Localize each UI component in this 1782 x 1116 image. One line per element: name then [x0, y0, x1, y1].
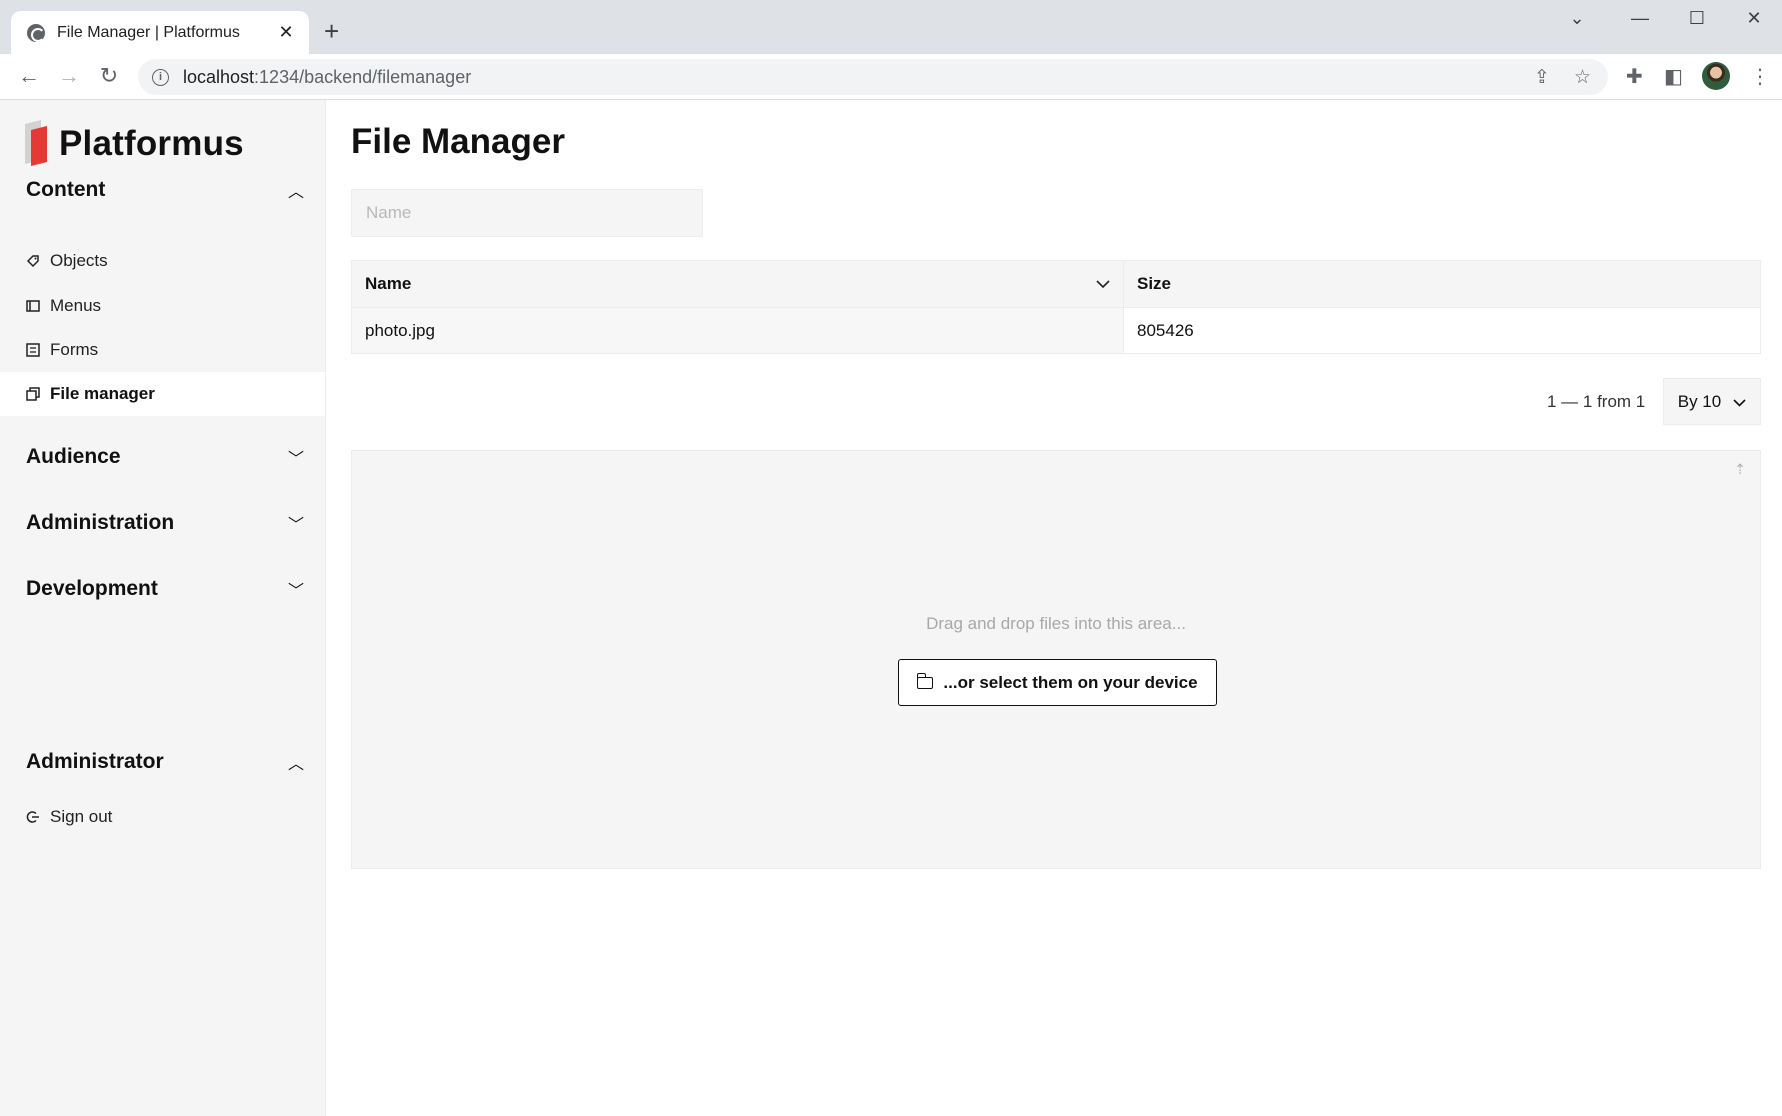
chevron-up-icon: ︿: [287, 184, 304, 201]
column-header-size[interactable]: Size: [1124, 261, 1760, 307]
browser-toolbar: ← → ↻ i localhost:1234/backend/filemanag…: [0, 54, 1782, 100]
share-icon[interactable]: ⇪: [1534, 66, 1550, 89]
page-size-value: By 10: [1677, 391, 1722, 411]
new-tab-button[interactable]: +: [324, 16, 339, 46]
maximize-button[interactable]: ☐: [1682, 8, 1712, 29]
page-size-select[interactable]: By 10: [1663, 378, 1761, 425]
reload-icon[interactable]: ↻: [94, 63, 124, 89]
site-info-icon[interactable]: i: [152, 68, 169, 86]
section-audience-title[interactable]: Audience ﹀: [26, 445, 306, 469]
forward-icon[interactable]: →: [54, 63, 84, 89]
pager-summary: 1 — 1 from 1: [1547, 392, 1646, 411]
browser-tabstrip: File Manager | Platformus ✕ + ⌄ — ☐ ✕: [0, 0, 1782, 54]
globe-icon: [27, 23, 45, 42]
section-title: Administrator: [26, 750, 164, 773]
form-icon: [26, 343, 40, 357]
tab-search-icon[interactable]: ⌄: [1562, 8, 1592, 29]
sign-out-icon: [26, 810, 40, 824]
sidebar-item-menus[interactable]: Menus: [0, 284, 325, 328]
folder-icon: [916, 672, 934, 689]
sidebar-item-sign-out[interactable]: Sign out: [0, 795, 325, 839]
logo[interactable]: Platformus: [25, 120, 244, 166]
files-table: Name Size photo.jpg 805426: [351, 260, 1761, 354]
url-path: :1234/backend/filemanager: [254, 66, 472, 87]
logo-mark-icon: [25, 120, 49, 166]
profile-avatar[interactable]: [1702, 62, 1730, 90]
section-title: Development: [26, 577, 158, 600]
sidebar-item-forms[interactable]: Forms: [0, 328, 325, 372]
select-files-button[interactable]: ...or select them on your device: [898, 659, 1217, 706]
section-administrator[interactable]: Administrator ︿: [26, 750, 306, 774]
chevron-down-icon: ﹀: [287, 583, 304, 600]
cell-size: 805426: [1124, 308, 1760, 353]
name-filter-input[interactable]: [351, 189, 703, 237]
sidebar-item-label: Sign out: [50, 807, 113, 826]
table-row[interactable]: photo.jpg 805426: [352, 307, 1760, 353]
sidebar: Platformus Content ︿ Objects Menus Forms: [0, 100, 326, 1116]
tab-title: File Manager | Platformus: [57, 23, 240, 41]
browser-tab[interactable]: File Manager | Platformus ✕: [11, 11, 309, 54]
back-icon[interactable]: ←: [14, 63, 44, 89]
upload-icon[interactable]: ⇡: [1734, 461, 1746, 478]
column-header-label: Size: [1137, 274, 1172, 293]
bookmark-star-icon[interactable]: ☆: [1574, 66, 1591, 89]
section-administration[interactable]: Administration ﹀: [26, 511, 306, 535]
page-title: File Manager: [351, 122, 565, 161]
browser-menu-icon[interactable]: ⋮: [1750, 64, 1770, 89]
chevron-down-icon: ﹀: [287, 517, 304, 534]
chevron-up-icon: ︿: [287, 756, 304, 773]
tab-close-icon[interactable]: ✕: [275, 22, 297, 43]
sidebar-item-label: Forms: [50, 340, 99, 359]
extensions-icon[interactable]: ✚: [1626, 64, 1643, 89]
main-content: File Manager Name Size photo.jpg 805426 …: [326, 100, 1782, 1116]
sidebar-item-file-manager[interactable]: File manager: [0, 372, 325, 416]
sidebar-item-label: Objects: [50, 251, 108, 270]
address-bar[interactable]: i localhost:1234/backend/filemanager ⇪ ☆: [138, 59, 1608, 95]
sidebar-item-objects[interactable]: Objects: [0, 239, 325, 283]
sidebar-item-label: Menus: [50, 296, 102, 315]
section-title: Content: [26, 178, 106, 201]
menu-icon: [26, 299, 40, 313]
side-panel-icon[interactable]: ◧: [1664, 64, 1683, 89]
chevron-down-icon: [1733, 392, 1746, 412]
section-content[interactable]: Content ︿: [26, 178, 306, 202]
url-host: localhost: [183, 66, 255, 87]
column-header-name[interactable]: Name: [352, 261, 1124, 307]
page: Platformus Content ︿ Objects Menus Forms: [0, 100, 1782, 1116]
file-dropzone[interactable]: ⇡ Drag and drop files into this area... …: [351, 450, 1761, 869]
section-title: Administration: [26, 511, 175, 534]
chevron-down-icon: ﹀: [287, 451, 304, 468]
url-text: localhost:1234/backend/filemanager: [183, 67, 471, 88]
table-header-row: Name Size: [352, 261, 1760, 307]
select-files-label: ...or select them on your device: [943, 672, 1198, 692]
section-development[interactable]: Development ﹀: [26, 577, 306, 601]
close-window-button[interactable]: ✕: [1739, 8, 1769, 29]
dropzone-hint: Drag and drop files into this area...: [926, 614, 1186, 633]
sidebar-item-label: File manager: [50, 384, 155, 403]
column-header-label: Name: [365, 274, 412, 293]
logo-text: Platformus: [59, 124, 244, 163]
tag-icon: [26, 254, 40, 268]
chevron-down-icon[interactable]: [1096, 274, 1110, 294]
cell-name[interactable]: photo.jpg: [352, 308, 1124, 353]
minimize-button[interactable]: —: [1625, 8, 1655, 29]
section-title: Audience: [26, 445, 121, 468]
file-icon: [26, 387, 40, 401]
